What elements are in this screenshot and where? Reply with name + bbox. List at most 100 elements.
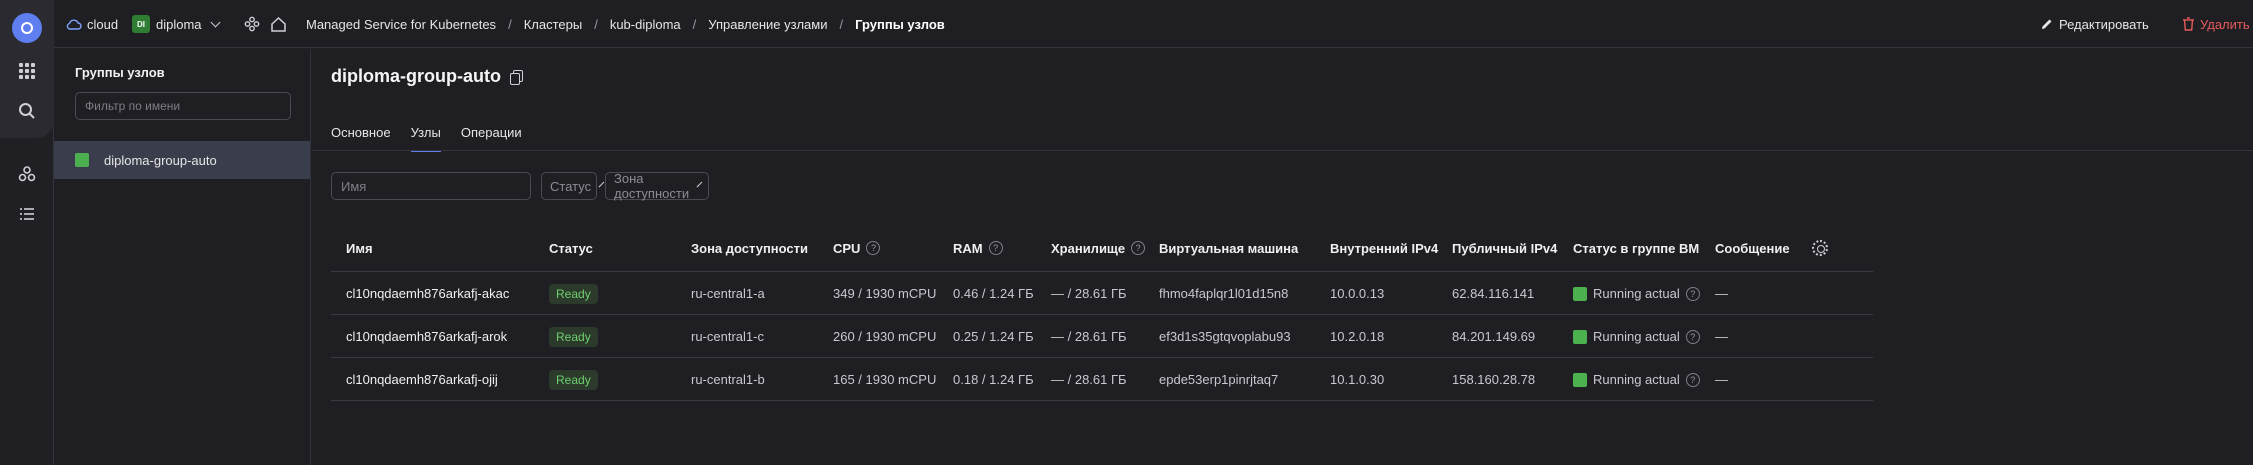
col-vm-status: Статус в группе ВМ <box>1573 240 1700 256</box>
ram-value: 0.46 / 1.24 ГБ <box>953 286 1034 301</box>
ram-value: 0.25 / 1.24 ГБ <box>953 329 1034 344</box>
vm-value[interactable]: ef3d1s35gtqvoplabu93 <box>1159 315 1291 358</box>
col-cpu: CPU <box>833 240 861 256</box>
cloud-selector[interactable]: cloud <box>66 0 118 48</box>
nodes-table: Имя Статус Зона доступности CPU ? RAM ? … <box>331 224 1873 401</box>
storage-value: — / 28.61 ГБ <box>1051 329 1127 344</box>
app-rail <box>0 0 54 465</box>
zone-value: ru-central1-c <box>691 329 764 344</box>
cpu-value: 165 / 1930 mCPU <box>833 372 937 387</box>
breadcrumb: Managed Service for Kubernetes / Кластер… <box>306 16 945 32</box>
chevron-down-icon <box>598 181 605 187</box>
col-ram-cell: RAM ? <box>953 224 1003 272</box>
col-storage: Хранилище <box>1051 240 1126 256</box>
col-storage-cell: Хранилище ? <box>1051 224 1146 272</box>
col-zone: Зона доступности <box>691 240 809 256</box>
home-icon[interactable] <box>270 0 287 48</box>
node-group-status-icon <box>75 153 89 167</box>
breadcrumb-cluster[interactable]: kub-diploma <box>610 17 681 32</box>
copy-icon[interactable] <box>509 69 523 85</box>
folder-name: diploma <box>156 16 202 32</box>
vm-status-cell: Running actual ? <box>1573 272 1700 315</box>
sidebar-title: Группы узлов <box>75 65 165 80</box>
storage-value: — / 28.61 ГБ <box>1051 372 1127 387</box>
ipv4-internal-value: 10.1.0.30 <box>1330 372 1385 387</box>
running-status-icon <box>1573 286 1587 301</box>
help-icon[interactable]: ? <box>988 241 1003 255</box>
breadcrumb-node-management[interactable]: Управление узлами <box>708 17 827 32</box>
delete-button[interactable]: Удалить <box>2182 0 2250 48</box>
ipv4-public-value: 62.84.116.141 <box>1452 286 1535 301</box>
pencil-icon <box>2042 19 2052 29</box>
table-row[interactable]: cl10nqdaemh876arkafj-akac Ready ru-centr… <box>331 272 1873 315</box>
help-icon[interactable]: ? <box>1685 329 1700 344</box>
help-icon[interactable]: ? <box>1131 241 1146 255</box>
running-status-icon <box>1573 372 1587 387</box>
table-settings-button[interactable] <box>1812 224 1828 272</box>
table-row[interactable]: cl10nqdaemh876arkafj-arok Ready ru-centr… <box>331 315 1873 358</box>
cluster-switch-icon[interactable] <box>244 0 260 48</box>
top-header: cloud DI diploma Managed Service for Kub… <box>54 0 2253 48</box>
breadcrumb-service[interactable]: Managed Service for Kubernetes <box>306 17 496 32</box>
col-ipv4-internal: Внутренний IPv4 <box>1330 240 1439 256</box>
tab-nodes[interactable]: Узлы <box>410 122 441 152</box>
gear-icon <box>1812 240 1828 256</box>
vm-value[interactable]: fhmo4faplqr1l01d15n8 <box>1159 272 1288 315</box>
tab-overview[interactable]: Основное <box>331 122 391 152</box>
services-grid-icon[interactable] <box>15 59 39 83</box>
vm-status-value: Running actual <box>1593 286 1680 301</box>
status-cell: Ready <box>549 272 598 315</box>
vm-status-cell: Running actual ? <box>1573 315 1700 358</box>
main-content: diploma-group-auto Основное Узлы Операци… <box>312 49 2253 465</box>
table-row[interactable]: cl10nqdaemh876arkafj-ojij Ready ru-centr… <box>331 358 1873 401</box>
vm-status-value: Running actual <box>1593 329 1680 344</box>
node-name[interactable]: cl10nqdaemh876arkafj-arok <box>346 315 507 358</box>
sidebar-filter-input[interactable] <box>75 92 291 120</box>
tab-operations[interactable]: Операции <box>461 122 522 152</box>
cloud-name: cloud <box>87 16 119 32</box>
ram-value: 0.18 / 1.24 ГБ <box>953 372 1034 387</box>
message-value: — <box>1715 329 1728 344</box>
help-icon[interactable]: ? <box>1685 372 1700 387</box>
zone-value: ru-central1-a <box>691 286 765 301</box>
message-value: — <box>1715 372 1728 387</box>
zone-filter-select[interactable]: Зона доступности <box>605 171 709 201</box>
ipv4-internal-value: 10.2.0.18 <box>1330 329 1385 344</box>
cluster-nodes-icon[interactable] <box>15 162 39 186</box>
cpu-value: 260 / 1930 mCPU <box>833 329 937 344</box>
folder-selector[interactable]: DI diploma <box>132 0 220 48</box>
zone-filter-label: Зона доступности <box>614 171 690 201</box>
page-title-row: diploma-group-auto <box>331 66 523 87</box>
edit-button[interactable]: Редактировать <box>2040 0 2149 48</box>
help-icon[interactable]: ? <box>1685 286 1700 301</box>
ipv4-public-value: 158.160.28.78 <box>1452 372 1536 387</box>
sidebar-item-label: diploma-group-auto <box>104 152 217 168</box>
col-message: Сообщение <box>1715 240 1790 256</box>
vm-value[interactable]: epde53erp1pinrjtaq7 <box>1159 358 1278 401</box>
breadcrumb-node-groups: Группы узлов <box>855 16 945 32</box>
tabs: Основное Узлы Операции <box>331 122 542 152</box>
sidebar-item-diploma-group-auto[interactable]: diploma-group-auto <box>54 141 310 179</box>
chevron-down-icon <box>210 17 220 27</box>
ipv4-internal-value: 10.0.0.13 <box>1330 286 1385 301</box>
search-icon[interactable] <box>15 99 39 123</box>
help-icon[interactable]: ? <box>866 241 881 255</box>
status-filter-select[interactable]: Статус <box>541 172 605 200</box>
vm-status-cell: Running actual ? <box>1573 358 1700 401</box>
col-name: Имя <box>346 240 373 256</box>
status-cell: Ready <box>549 315 598 358</box>
page-title: diploma-group-auto <box>331 66 501 86</box>
breadcrumb-clusters[interactable]: Кластеры <box>524 17 583 32</box>
list-icon[interactable] <box>15 202 39 226</box>
status-badge: Ready <box>549 369 598 390</box>
delete-label: Удалить <box>2200 16 2250 32</box>
node-name[interactable]: cl10nqdaemh876arkafj-ojij <box>346 358 498 401</box>
node-groups-sidebar: Группы узлов diploma-group-auto <box>54 49 311 465</box>
name-filter-input[interactable] <box>331 172 531 200</box>
node-name[interactable]: cl10nqdaemh876arkafj-akac <box>346 272 509 315</box>
trash-icon <box>2183 17 2194 31</box>
yandex-cloud-logo-icon[interactable] <box>12 13 42 43</box>
col-ipv4-public: Публичный IPv4 <box>1452 240 1558 256</box>
running-status-icon <box>1573 329 1587 344</box>
message-value: — <box>1715 286 1728 301</box>
